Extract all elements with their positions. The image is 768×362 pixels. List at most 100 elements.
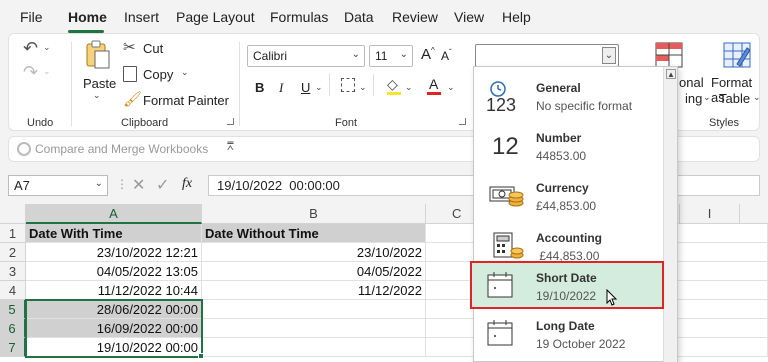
cut-button[interactable]: Cut bbox=[143, 41, 163, 56]
clipboard-launcher-icon[interactable] bbox=[227, 118, 234, 125]
undo-icon[interactable]: ↶ bbox=[23, 38, 38, 59]
mouse-cursor-icon bbox=[606, 288, 618, 310]
font-color-icon[interactable]: A bbox=[429, 76, 438, 92]
menu-review[interactable]: Review bbox=[392, 9, 438, 25]
dropdown-scrollbar[interactable]: ▲ bbox=[663, 67, 677, 362]
cancel-icon[interactable]: ✕ bbox=[132, 175, 145, 195]
bold-button[interactable]: B bbox=[255, 80, 264, 95]
font-size-combo[interactable]: 11 ⌄ bbox=[369, 45, 413, 67]
cell-b7[interactable] bbox=[202, 338, 426, 357]
cell-b3[interactable]: 04/05/2022 bbox=[202, 262, 426, 281]
row-header[interactable]: 5 bbox=[0, 300, 26, 319]
menu-home[interactable]: Home bbox=[68, 9, 107, 25]
cell-a6[interactable]: 16/09/2022 00:00 bbox=[26, 319, 202, 338]
format-as-table-icon[interactable] bbox=[723, 42, 751, 68]
underline-button[interactable]: U bbox=[301, 80, 310, 95]
name-box[interactable]: A7 ⌄ bbox=[8, 175, 108, 196]
format-as-table-dropdown-icon[interactable]: ⌄ bbox=[753, 92, 761, 103]
cell-b5[interactable] bbox=[202, 300, 426, 319]
paste-dropdown-icon[interactable]: ⌄ bbox=[93, 90, 101, 101]
menu-help[interactable]: Help bbox=[502, 9, 531, 25]
menu-data[interactable]: Data bbox=[344, 9, 374, 25]
format-option-general[interactable]: 123 General No specific format bbox=[474, 71, 664, 119]
format-option-currency[interactable]: Currency £44,853.00 bbox=[474, 171, 664, 219]
format-title: Number bbox=[536, 131, 582, 145]
column-header-b[interactable]: B bbox=[202, 204, 426, 224]
conditional-formatting-dropdown-icon[interactable]: ⌄ bbox=[703, 92, 711, 103]
grow-font-button[interactable]: A^ bbox=[421, 46, 435, 63]
row-header[interactable]: 6 bbox=[0, 319, 26, 338]
fill-color-dropdown-icon[interactable]: ⌄ bbox=[405, 82, 413, 93]
column-header-j[interactable] bbox=[740, 204, 768, 224]
menu-formulas[interactable]: Formulas bbox=[270, 9, 328, 25]
menu-view[interactable]: View bbox=[454, 9, 484, 25]
fill-color-bar bbox=[387, 92, 401, 95]
conditional-formatting-icon[interactable] bbox=[655, 42, 683, 68]
clipboard-group-label: Clipboard bbox=[121, 117, 169, 129]
borders-icon[interactable] bbox=[341, 78, 355, 92]
column-header-i[interactable]: I bbox=[680, 204, 740, 224]
number-format-combo[interactable]: ⌄ bbox=[475, 44, 619, 67]
conditional-formatting-label-2[interactable]: ing bbox=[685, 91, 702, 106]
borders-dropdown-icon[interactable]: ⌄ bbox=[359, 82, 367, 93]
italic-button[interactable]: I bbox=[279, 80, 283, 96]
paste-icon[interactable] bbox=[85, 40, 111, 70]
format-option-number[interactable]: 12 Number 44853.00 bbox=[474, 121, 664, 169]
undo-dropdown-icon[interactable]: ⌄ bbox=[43, 42, 51, 53]
cell-a2[interactable]: 23/10/2022 12:21 bbox=[26, 243, 202, 262]
format-painter-icon: 🖌 bbox=[123, 91, 143, 108]
redo-icon[interactable]: ↷ bbox=[23, 62, 38, 83]
cell-a7[interactable]: 19/10/2022 00:00 bbox=[26, 338, 202, 357]
cell-b6[interactable] bbox=[202, 319, 426, 338]
row-header[interactable]: 1 bbox=[0, 224, 26, 243]
redo-dropdown-icon[interactable]: ⌄ bbox=[43, 66, 51, 77]
format-option-long-date[interactable]: Long Date 19 October 2022 bbox=[474, 313, 664, 361]
copy-button[interactable]: Copy bbox=[143, 67, 173, 82]
cell-b4[interactable]: 11/12/2022 bbox=[202, 281, 426, 300]
cell-b2[interactable]: 23/10/2022 bbox=[202, 243, 426, 262]
shrink-font-button[interactable]: Aˇ bbox=[441, 48, 452, 63]
fill-color-icon[interactable]: ◇ bbox=[387, 76, 398, 93]
row-header[interactable]: 4 bbox=[0, 281, 26, 300]
insert-function-icon[interactable]: fx bbox=[182, 176, 192, 192]
select-all-corner[interactable] bbox=[0, 204, 26, 224]
scroll-up-icon[interactable]: ▲ bbox=[666, 69, 676, 79]
copy-dropdown-icon[interactable]: ⌄ bbox=[181, 67, 189, 78]
cell-a4[interactable]: 11/12/2022 10:44 bbox=[26, 281, 202, 300]
cell-b1[interactable]: Date Without Time bbox=[202, 224, 426, 243]
menu-page-layout[interactable]: Page Layout bbox=[176, 9, 255, 25]
row-header[interactable]: 7 bbox=[0, 338, 26, 357]
cell-a3[interactable]: 04/05/2022 13:05 bbox=[26, 262, 202, 281]
row-header[interactable]: 2 bbox=[0, 243, 26, 262]
menu-file[interactable]: File bbox=[20, 9, 43, 25]
format-option-short-date[interactable]: Short Date 19/10/2022 bbox=[470, 261, 664, 309]
number-format-dropdown: ▲ 123 General No specific format 12 Numb… bbox=[470, 66, 678, 362]
undo-group-label: Undo bbox=[27, 117, 54, 129]
format-title: Currency bbox=[536, 181, 589, 195]
chevron-down-icon[interactable]: ⌄ bbox=[602, 47, 616, 64]
underline-dropdown-icon[interactable]: ⌄ bbox=[315, 82, 323, 93]
chevron-down-icon[interactable]: ⌄ bbox=[95, 178, 103, 189]
menu-insert[interactable]: Insert bbox=[124, 9, 159, 25]
column-header-a[interactable]: A bbox=[26, 204, 202, 224]
row-header[interactable]: 3 bbox=[0, 262, 26, 281]
cell-a5[interactable]: 28/06/2022 00:00 bbox=[26, 300, 202, 319]
font-name-combo[interactable]: Calibri ⌄ bbox=[247, 45, 365, 67]
currency-icon bbox=[486, 181, 526, 211]
cell-a1[interactable]: Date With Time bbox=[26, 224, 202, 243]
compare-merge-button[interactable]: Compare and Merge Workbooks bbox=[35, 142, 208, 156]
paste-button[interactable]: Paste bbox=[83, 76, 116, 91]
cut-icon: ✂ bbox=[123, 39, 136, 56]
enter-icon[interactable]: ✓ bbox=[156, 175, 169, 195]
format-as-table-label-2[interactable]: Table bbox=[719, 91, 750, 106]
conditional-formatting-label[interactable]: onal bbox=[679, 75, 704, 90]
copy-icon bbox=[123, 66, 137, 82]
format-painter-button[interactable]: Format Painter bbox=[143, 93, 229, 108]
chevron-down-icon[interactable]: ⌄ bbox=[400, 49, 408, 60]
grow-font-letter: A bbox=[421, 46, 432, 63]
customize-toolbar-icon[interactable]: ⩞ bbox=[227, 141, 234, 154]
font-launcher-icon[interactable] bbox=[459, 118, 466, 125]
fill-handle[interactable] bbox=[198, 353, 204, 359]
chevron-down-icon[interactable]: ⌄ bbox=[352, 49, 360, 60]
font-color-dropdown-icon[interactable]: ⌄ bbox=[447, 82, 455, 93]
